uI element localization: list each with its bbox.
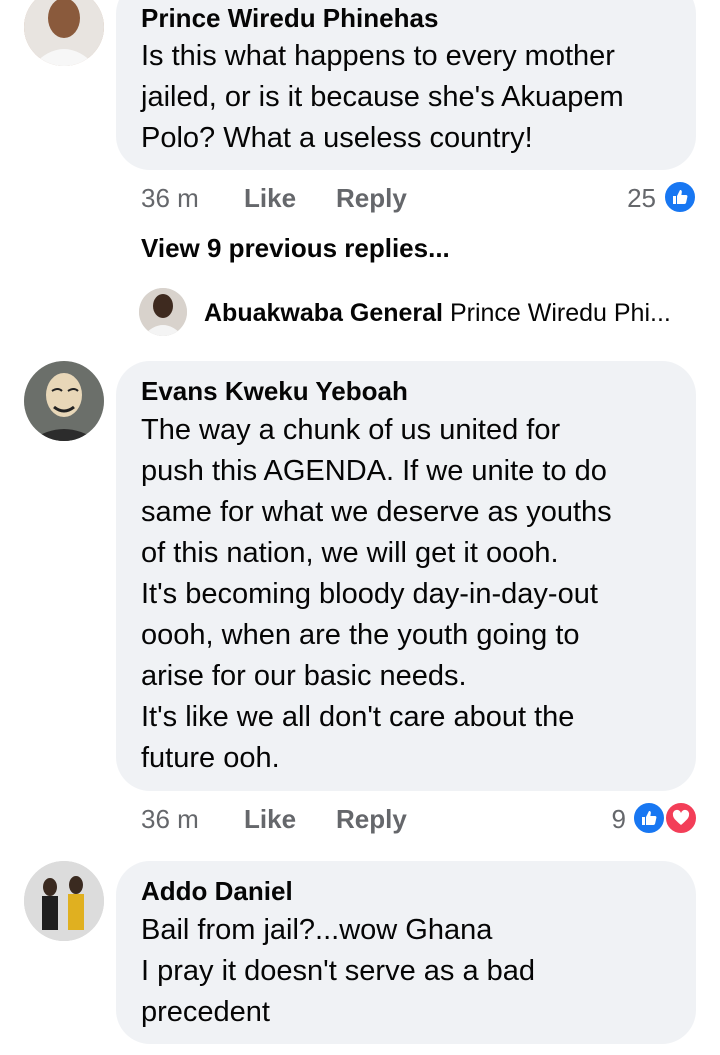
like-button[interactable]: Like	[244, 804, 296, 835]
avatar[interactable]	[24, 861, 104, 941]
comment-text-line: It's becoming bloody day-in-day-out	[141, 578, 598, 610]
comment-text-line: Bail from jail?...wow Ghana	[141, 914, 493, 946]
reaction-count[interactable]: 9	[570, 804, 626, 835]
comment-text-line: push this AGENDA. If we unite to do	[141, 455, 607, 487]
love-reaction-icon[interactable]	[664, 801, 698, 835]
comment-timestamp[interactable]: 36 m	[141, 183, 199, 214]
reply-preview-author: Abuakwaba General	[204, 299, 443, 327]
reply-button[interactable]: Reply	[336, 804, 407, 835]
comment-text-line: of this nation, we will get it oooh.	[141, 537, 559, 569]
reply-preview[interactable]: Abuakwaba General Prince Wiredu Phi...	[204, 299, 671, 328]
comment-text-line: Polo? What a useless country!	[141, 122, 533, 154]
comment-text-line: arise for our basic needs.	[141, 660, 467, 692]
comment-text-line: I pray it doesn't serve as a bad	[141, 955, 536, 987]
comment-author[interactable]: Prince Wiredu Phinehas	[141, 3, 438, 34]
comment-text-line: precedent	[141, 996, 270, 1028]
reaction-count[interactable]: 25	[600, 183, 656, 214]
comment-text-line: Is this what happens to every mother	[141, 40, 615, 72]
like-reaction-icon[interactable]	[663, 180, 697, 214]
reply-button[interactable]: Reply	[336, 183, 407, 214]
avatar[interactable]	[139, 288, 187, 336]
reply-preview-snippet: Prince Wiredu Phi...	[449, 299, 671, 327]
avatar[interactable]	[24, 0, 104, 66]
view-previous-replies-link[interactable]: View 9 previous replies...	[141, 233, 450, 264]
comment-text-line: The way a chunk of us united for	[141, 414, 561, 446]
comment-text-line: jailed, or is it because she's Akuapem	[141, 81, 624, 113]
comment-timestamp[interactable]: 36 m	[141, 804, 199, 835]
comment-text-line: same for what we deserve as youths	[141, 496, 612, 528]
comment-text-line: future ooh.	[141, 742, 280, 774]
like-button[interactable]: Like	[244, 183, 296, 214]
like-reaction-icon[interactable]	[632, 801, 666, 835]
comment-text-line: It's like we all don't care about the	[141, 701, 575, 733]
avatar[interactable]	[24, 361, 104, 441]
comment-author[interactable]: Evans Kweku Yeboah	[141, 376, 408, 407]
comment-text-line: oooh, when are the youth going to	[141, 619, 580, 651]
comment-author[interactable]: Addo Daniel	[141, 876, 293, 907]
